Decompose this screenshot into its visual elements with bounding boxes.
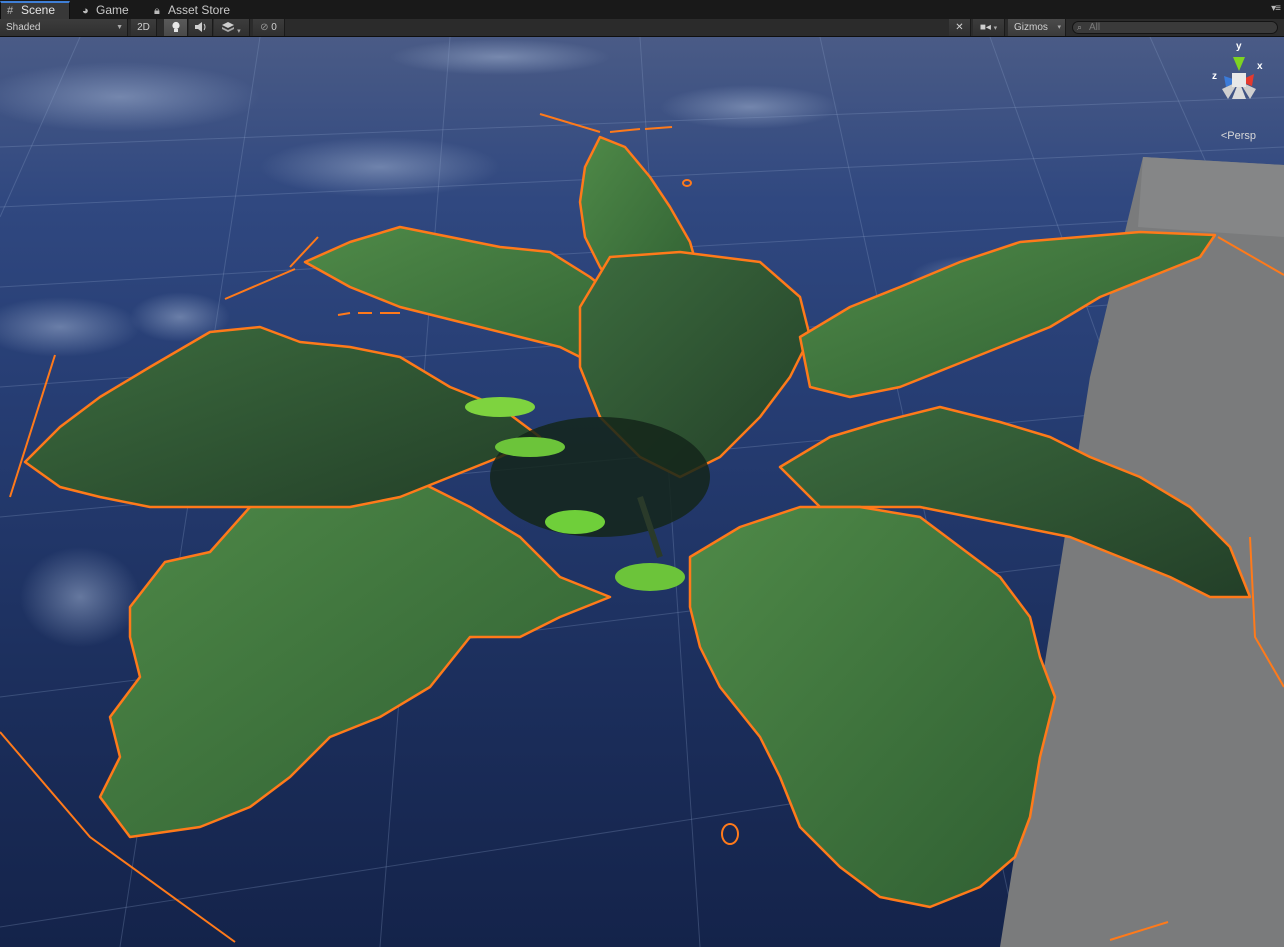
draw-mode-label: Shaded	[6, 22, 41, 33]
tab-asset-store-label: Asset Store	[168, 3, 231, 17]
chevron-down-icon: ▾	[993, 25, 998, 32]
gizmos-dropdown[interactable]: Gizmos ▾	[1008, 19, 1066, 36]
grid-icon: #	[7, 5, 14, 17]
hidden-count: 0	[271, 22, 277, 33]
projection-label: Persp	[1227, 130, 1256, 142]
chevron-down-icon: ▼	[116, 24, 123, 31]
fern-frond-bottom-right	[688, 505, 1057, 909]
2d-toggle-button[interactable]: 2D	[131, 19, 157, 36]
camera-settings-dropdown[interactable]: ■◂ ▾	[973, 19, 1005, 36]
chevron-down-icon: ▾	[1057, 24, 1061, 31]
tab-asset-store[interactable]: 🔒︎ Asset Store	[148, 2, 240, 19]
hidden-objects-toggle[interactable]: ⊘ 0	[253, 19, 285, 36]
axis-gizmo-icon[interactable]	[1204, 41, 1274, 131]
tab-game-label: Game	[96, 3, 129, 17]
z-axis-label: z	[1212, 71, 1217, 82]
search-input[interactable]: ⌕ All	[1072, 21, 1278, 34]
scene-render[interactable]	[0, 37, 1284, 947]
scene-orientation-gizmo[interactable]: y x z	[1204, 41, 1274, 141]
effects-dropdown[interactable]: ▾	[214, 19, 250, 36]
y-axis-label: y	[1236, 41, 1242, 52]
speaker-icon	[194, 22, 205, 32]
search-placeholder: All	[1089, 22, 1101, 33]
2d-label: 2D	[137, 22, 150, 33]
chevron-down-icon: ▾	[237, 28, 241, 35]
draw-mode-dropdown[interactable]: Shaded ▼	[0, 19, 128, 36]
projection-toggle[interactable]: <Persp	[1221, 130, 1256, 142]
window-tab-bar: # Scene ◕ Game 🔒︎ Asset Store ▾≡	[0, 0, 1284, 20]
tools-icon: ✕	[955, 22, 964, 33]
gizmos-label: Gizmos	[1014, 22, 1048, 33]
search-icon: ⌕	[1077, 22, 1083, 32]
tab-scene-label: Scene	[21, 3, 56, 17]
image-effects-icon	[222, 22, 235, 32]
fern-frond-left	[23, 325, 542, 509]
lighting-toggle-button[interactable]	[164, 19, 188, 36]
camera-icon: ■◂	[979, 22, 991, 33]
audio-toggle-button[interactable]	[189, 19, 213, 36]
scene-toolbar: Shaded ▼ 2D ▾ ⊘ 0 ✕ ■◂ ▾ Gizmos ▾ ⌕ All	[0, 19, 1284, 37]
tools-button[interactable]: ✕	[949, 19, 971, 36]
pacman-icon: ◕	[82, 5, 89, 17]
tab-scene[interactable]: # Scene	[0, 1, 70, 20]
x-axis-label: x	[1257, 61, 1263, 72]
tab-game[interactable]: ◕ Game	[76, 2, 138, 19]
lock-icon: 🔒︎	[154, 5, 160, 17]
tab-menu-icon[interactable]: ▾≡	[1271, 3, 1281, 14]
eye-slash-icon: ⊘	[260, 22, 269, 33]
scene-viewport[interactable]: y x z <Persp	[0, 37, 1284, 947]
lightbulb-icon	[171, 21, 180, 32]
fern-frond-bottom-left	[98, 475, 612, 839]
